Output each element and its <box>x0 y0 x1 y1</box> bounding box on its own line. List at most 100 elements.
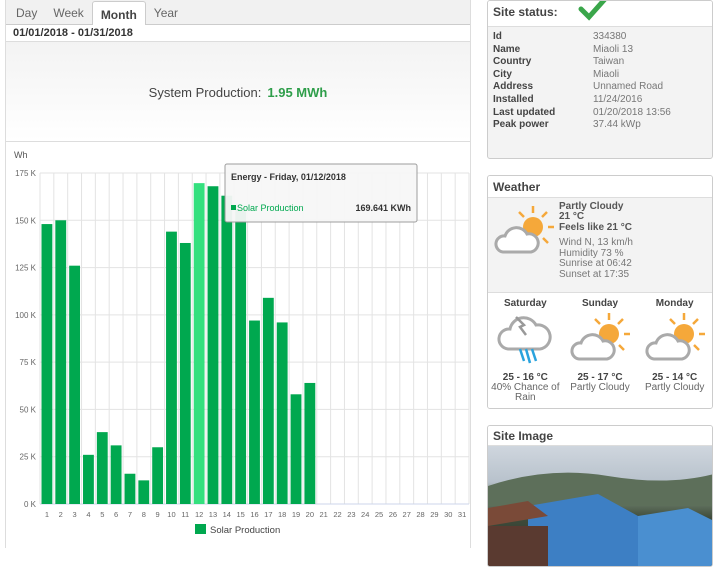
y-tick-label: 100 K <box>15 311 37 320</box>
bar <box>262 297 274 504</box>
x-tick-label: 31 <box>458 510 466 519</box>
legend-item: Solar Production <box>210 525 280 536</box>
field-value: 11/24/2016 <box>593 93 643 105</box>
x-tick-label: 17 <box>264 510 272 519</box>
bar <box>110 445 122 504</box>
field-value: 37.44 kWp <box>593 119 641 131</box>
x-tick-label: 22 <box>333 510 341 519</box>
tooltip-value: 169.641 KWh <box>355 203 411 213</box>
site-field: Peak power 37.44 kWp <box>493 119 707 132</box>
site-status-panel: Site status: Id 334380 Name Miaoli 13 Countr… <box>487 0 713 159</box>
bar <box>207 186 219 505</box>
tab-week[interactable]: Week <box>45 2 91 24</box>
summary-value: 1.95 MWh <box>267 85 328 100</box>
tab-month[interactable]: Month <box>91 1 146 25</box>
bar <box>304 382 316 504</box>
field-label: Peak power <box>493 119 549 131</box>
x-tick-label: 12 <box>195 510 203 519</box>
bar <box>152 447 164 504</box>
forecast: Saturday 25 - 16 °C 40% Chance of Rain S… <box>488 292 712 408</box>
field-value: 334380 <box>593 31 627 42</box>
field-label: Last updated <box>493 106 556 118</box>
tab-day[interactable]: Day <box>8 2 45 24</box>
field-value: Unnamed Road <box>593 81 664 93</box>
field-value: 01/20/2018 13:56 <box>593 106 671 118</box>
site-field: Last updated 01/20/2018 13:56 <box>493 107 707 120</box>
site-field: Address Unnamed Road <box>493 81 707 94</box>
current-weather: Partly Cloudy 21 °C Feels like 21 °C Win… <box>488 198 712 293</box>
y-tick-label: 125 K <box>15 264 37 273</box>
y-tick-label: 0 K <box>24 500 37 509</box>
x-tick-label: 29 <box>430 510 438 519</box>
field-label: Country <box>493 56 532 68</box>
x-tick-label: 20 <box>306 510 314 519</box>
legend-swatch <box>195 524 206 534</box>
x-tick-label: 15 <box>236 510 244 519</box>
x-tick-label: 10 <box>167 510 175 519</box>
partly-cloudy-icon <box>645 312 705 361</box>
tooltip-swatch <box>231 205 236 210</box>
x-tick-label: 26 <box>389 510 397 519</box>
weather-title: Weather <box>488 175 712 198</box>
bar <box>276 322 288 504</box>
forecast-condition: Partly Cloudy <box>644 381 705 393</box>
bar <box>55 220 67 504</box>
y-tick-label: 150 K <box>15 216 37 225</box>
bar <box>166 231 177 504</box>
check-icon <box>578 0 607 21</box>
x-tick-label: 13 <box>209 510 217 519</box>
x-tick-label: 8 <box>142 510 146 519</box>
x-tick-label: 18 <box>278 510 286 519</box>
field-value: Taiwan <box>593 56 625 68</box>
x-tick-label: 7 <box>128 510 132 519</box>
x-tick-label: 14 <box>223 510 231 519</box>
x-tick-label: 27 <box>403 510 411 519</box>
x-tick-label: 4 <box>86 510 90 519</box>
partly-cloudy-icon <box>494 205 554 254</box>
forecast-day: Monday 25 - 14 °C Partly Cloudy <box>637 293 712 408</box>
weather-panel: Weather Partly Cloudy 21 °C Feels like 2… <box>487 174 713 409</box>
x-tick-label: 3 <box>73 510 77 519</box>
field-value: Miaoli <box>593 68 620 80</box>
x-tick-label: 6 <box>114 510 118 519</box>
x-tick-label: 11 <box>181 510 189 519</box>
x-tick-label: 2 <box>59 510 63 519</box>
thunderstorm-rain-icon <box>497 315 552 364</box>
bar <box>41 224 53 504</box>
tooltip-series: Solar Production <box>237 203 304 213</box>
field-label: Installed <box>493 93 534 105</box>
site-field: Installed 11/24/2016 <box>493 94 707 107</box>
bar <box>221 195 233 504</box>
y-tick-label: 25 K <box>20 453 37 462</box>
site-image-panel: Site Image <box>487 424 713 567</box>
bar <box>83 454 94 504</box>
forecast-day: Sunday 25 - 17 °C Partly Cloudy <box>563 293 638 408</box>
field-value: Miaoli 13 <box>593 43 634 55</box>
bar <box>235 208 247 504</box>
site-field: Name Miaoli 13 <box>493 44 707 57</box>
forecast-day: Saturday 25 - 16 °C 40% Chance of Rain <box>488 293 563 408</box>
forecast-condition: 40% Chance of Rain <box>491 381 560 404</box>
forecast-day-name: Monday <box>655 297 694 309</box>
partly-cloudy-icon <box>570 312 630 361</box>
production-panel: Day Week Month Year 01/01/2018 - 01/31/2… <box>5 0 471 548</box>
tooltip: Energy - Friday, 01/12/2018 Solar Product… <box>224 163 418 223</box>
feels-like: Feels like 21 °C <box>559 221 632 233</box>
bar <box>249 320 260 504</box>
field-label: Address <box>493 81 534 93</box>
bar <box>138 480 150 504</box>
site-field: Country Taiwan <box>493 56 707 69</box>
field-label: Name <box>493 43 521 55</box>
date-range: 01/01/2018 - 01/31/2018 <box>6 25 470 42</box>
x-tick-label: 30 <box>444 510 452 519</box>
x-tick-label: 25 <box>375 510 383 519</box>
forecast-day-name: Saturday <box>503 297 547 309</box>
x-tick-label: 5 <box>100 510 104 519</box>
tab-year[interactable]: Year <box>146 2 186 24</box>
site-status-label: Site status: <box>493 5 558 19</box>
site-field: City Miaoli <box>493 69 707 82</box>
x-tick-label: 9 <box>156 510 160 519</box>
x-tick-label: 19 <box>292 510 300 519</box>
bar <box>124 473 136 504</box>
site-image-title: Site Image <box>488 425 712 446</box>
